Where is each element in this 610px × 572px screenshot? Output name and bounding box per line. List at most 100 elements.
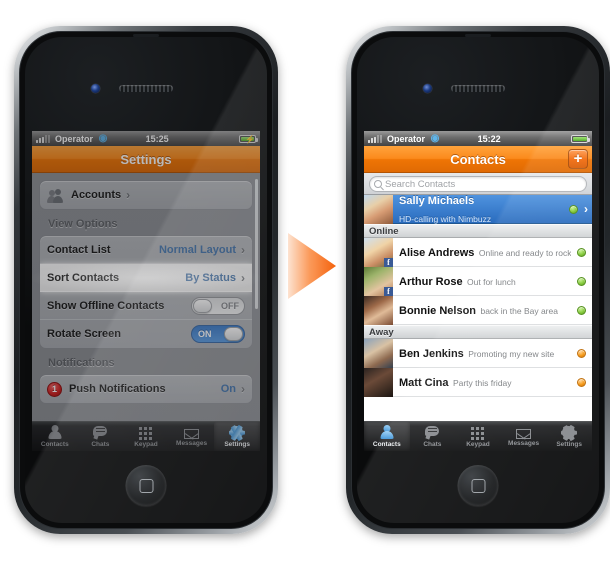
contact-row[interactable]: Matt Cina Party this friday xyxy=(364,367,592,397)
scrollbar[interactable] xyxy=(255,179,258,309)
tab-bar: Contacts Chats Keypad Messages Settings xyxy=(364,421,592,451)
gear-icon xyxy=(561,424,578,441)
tab-contacts[interactable]: Contacts xyxy=(32,422,78,451)
phone-face: Operator ◉ 15:22 Contacts + Search Conta… xyxy=(357,37,599,523)
status-bar: Operator ◉ 15:22 xyxy=(364,131,592,146)
front-camera-icon xyxy=(423,84,432,93)
tab-label: Chats xyxy=(91,441,110,448)
home-button[interactable] xyxy=(457,465,499,506)
row-label: Accounts xyxy=(71,189,122,201)
tab-label: Keypad xyxy=(466,440,490,448)
contact-name: Arthur Rose xyxy=(399,276,463,288)
settings-group-view-options: Contact List Normal Layout › Sort Contac… xyxy=(39,235,253,349)
presence-dot-away xyxy=(577,348,586,358)
tab-keypad[interactable]: Keypad xyxy=(123,422,169,451)
envelope-icon xyxy=(184,428,200,439)
tab-contacts[interactable]: Contacts xyxy=(364,422,410,451)
contact-row[interactable]: Bonnie Nelson back in the Bay area xyxy=(364,295,592,325)
settings-row-sort-contacts[interactable]: Sort Contacts By Status › xyxy=(40,264,252,292)
search-input[interactable]: Search Contacts xyxy=(369,176,587,192)
contact-text: Matt Cina Party this friday xyxy=(393,373,512,391)
presence-dot-online xyxy=(569,204,578,214)
row-label: Sort Contacts xyxy=(47,272,120,284)
phone-body: Operator ◉ 15:25 ⚡ Settings Accounts › V… xyxy=(19,31,273,529)
phone-right-contacts: Operator ◉ 15:22 Contacts + Search Conta… xyxy=(346,26,610,534)
section-header-away: Away xyxy=(364,325,592,339)
search-bar: Search Contacts xyxy=(364,173,592,195)
contact-name: Ben Jenkins xyxy=(399,348,464,360)
home-button[interactable] xyxy=(125,465,167,506)
settings-row-rotate-screen[interactable]: Rotate Screen ON xyxy=(40,320,252,348)
tab-label: Settings xyxy=(556,441,582,448)
tab-settings[interactable]: Settings xyxy=(214,422,260,451)
battery-full-icon xyxy=(570,134,590,143)
presence-dot-online xyxy=(577,305,586,315)
chevron-right-icon: › xyxy=(241,271,245,285)
wifi-icon: ◉ xyxy=(98,132,108,144)
status-bar: Operator ◉ 15:25 ⚡ xyxy=(32,131,260,146)
settings-row-accounts[interactable]: Accounts › xyxy=(40,181,252,209)
avatar xyxy=(364,338,393,368)
settings-group-accounts: Accounts › xyxy=(39,180,253,210)
tab-label: Chats xyxy=(423,441,442,448)
contact-text: Arthur Rose Out for lunch xyxy=(393,272,516,290)
contact-row[interactable]: Ben Jenkins Promoting my new site xyxy=(364,338,592,368)
envelope-icon xyxy=(516,428,532,439)
settings-group-notifications: 1 Push Notifications On › xyxy=(39,374,253,404)
contact-name: Bonnie Nelson xyxy=(399,305,477,317)
contact-row[interactable]: f Arthur Rose Out for lunch xyxy=(364,266,592,296)
nav-bar: Settings xyxy=(32,146,260,173)
contacts-list[interactable]: Sally Michaels HD-calling with Nimbuzz ›… xyxy=(364,195,592,451)
earpiece-speaker-icon xyxy=(119,85,173,92)
tab-messages[interactable]: Messages xyxy=(501,422,547,451)
chat-bubble-icon xyxy=(92,425,108,440)
front-camera-icon xyxy=(91,84,100,93)
add-contact-button[interactable]: + xyxy=(568,149,588,169)
avatar: f xyxy=(364,266,393,296)
tab-keypad[interactable]: Keypad xyxy=(455,422,501,451)
tab-label: Keypad xyxy=(134,440,158,448)
accounts-people-icon xyxy=(47,188,64,203)
group-title-view-options: View Options xyxy=(48,218,118,230)
chevron-right-icon: › xyxy=(584,202,588,216)
clock-label: 15:22 xyxy=(477,133,501,144)
phone-left-settings: Operator ◉ 15:25 ⚡ Settings Accounts › V… xyxy=(14,26,278,534)
page-title: Settings xyxy=(120,151,172,167)
settings-list[interactable]: Accounts › View Options Contact List Nor… xyxy=(32,173,260,451)
contact-text: Bonnie Nelson back in the Bay area xyxy=(393,301,558,319)
tab-chats[interactable]: Chats xyxy=(78,422,124,451)
rotate-screen-toggle[interactable]: ON xyxy=(191,325,245,343)
contact-row[interactable]: f Alise Andrews Online and ready to rock xyxy=(364,237,592,267)
chevron-right-icon: › xyxy=(241,242,245,257)
settings-row-show-offline-contacts[interactable]: Show Offline Contacts OFF xyxy=(40,292,252,320)
group-title-notifications: Notifications xyxy=(48,357,115,369)
contact-row-selected[interactable]: Sally Michaels HD-calling with Nimbuzz › xyxy=(364,195,592,224)
page-title: Contacts xyxy=(450,151,506,167)
tab-messages[interactable]: Messages xyxy=(169,422,215,451)
contact-status-text: Promoting my new site xyxy=(468,349,555,359)
toggle-knob xyxy=(193,298,212,313)
contacts-screen: Operator ◉ 15:22 Contacts + Search Conta… xyxy=(364,131,592,451)
search-placeholder: Search Contacts xyxy=(385,178,456,190)
show-offline-contacts-toggle[interactable]: OFF xyxy=(191,296,245,315)
facebook-badge-icon: f xyxy=(384,257,393,267)
settings-row-push-notifications[interactable]: 1 Push Notifications On › xyxy=(40,375,252,403)
tab-bar: Contacts Chats Keypad Messages Settings xyxy=(32,421,260,451)
facebook-badge-icon: f xyxy=(384,286,393,296)
tab-label: Messages xyxy=(508,439,540,447)
nav-bar: Contacts + xyxy=(364,146,592,173)
chat-bubble-icon xyxy=(424,425,440,440)
settings-row-contact-list[interactable]: Contact List Normal Layout › xyxy=(40,236,252,264)
tab-settings[interactable]: Settings xyxy=(546,422,592,451)
tab-chats[interactable]: Chats xyxy=(410,422,456,451)
person-icon xyxy=(379,425,395,440)
contact-status-text: Out for lunch xyxy=(467,277,516,287)
contact-status-text: back in the Bay area xyxy=(480,306,558,316)
row-value: On xyxy=(220,383,236,395)
chevron-right-icon: › xyxy=(126,188,131,202)
contact-text: Sally Michaels HD-calling with Nimbuzz xyxy=(393,195,569,227)
phone-face: Operator ◉ 15:25 ⚡ Settings Accounts › V… xyxy=(25,37,267,523)
earpiece-speaker-icon xyxy=(451,85,505,92)
avatar xyxy=(364,367,393,397)
contact-name: Alise Andrews xyxy=(399,247,475,259)
